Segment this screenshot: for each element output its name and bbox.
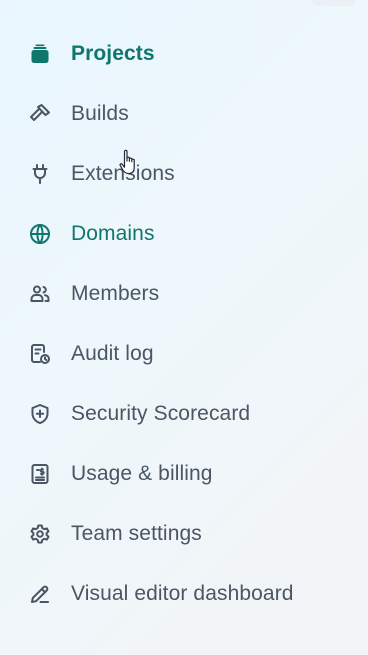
shield-plus-icon [28,402,52,426]
sidebar-nav: Projects Builds Extensions Domains Membe… [0,24,368,624]
receipt-icon [28,462,52,486]
pencil-icon [28,582,52,606]
sidebar-item-label: Usage & billing [71,462,213,485]
sidebar-item-domains[interactable]: Domains [0,204,368,264]
sidebar-item-label: Domains [71,222,155,245]
sidebar-item-label: Members [71,282,160,305]
sidebar-item-label: Extensions [71,162,175,185]
sidebar-item-visual-editor-dashboard[interactable]: Visual editor dashboard [0,564,368,624]
sidebar-item-label: Audit log [71,342,154,365]
sidebar-item-builds[interactable]: Builds [0,84,368,144]
sidebar-item-members[interactable]: Members [0,264,368,324]
sidebar-item-projects[interactable]: Projects [0,24,368,84]
globe-icon [28,222,52,246]
members-icon [28,282,52,306]
sidebar-item-security-scorecard[interactable]: Security Scorecard [0,384,368,444]
audit-log-icon [28,342,52,366]
sidebar-item-label: Team settings [71,522,202,545]
sidebar-item-label: Builds [71,102,129,125]
sidebar-item-team-settings[interactable]: Team settings [0,504,368,564]
sidebar-item-label: Projects [71,42,155,65]
stacked-folders-icon [28,42,52,66]
gear-icon [28,522,52,546]
sidebar-item-usage-billing[interactable]: Usage & billing [0,444,368,504]
hammer-icon [28,102,52,126]
sidebar-item-label: Security Scorecard [71,402,251,425]
sidebar-item-label: Visual editor dashboard [71,582,294,605]
sidebar-item-audit-log[interactable]: Audit log [0,324,368,384]
plug-icon [28,162,52,186]
sidebar-item-extensions[interactable]: Extensions [0,144,368,204]
top-corner-tab [312,0,356,6]
